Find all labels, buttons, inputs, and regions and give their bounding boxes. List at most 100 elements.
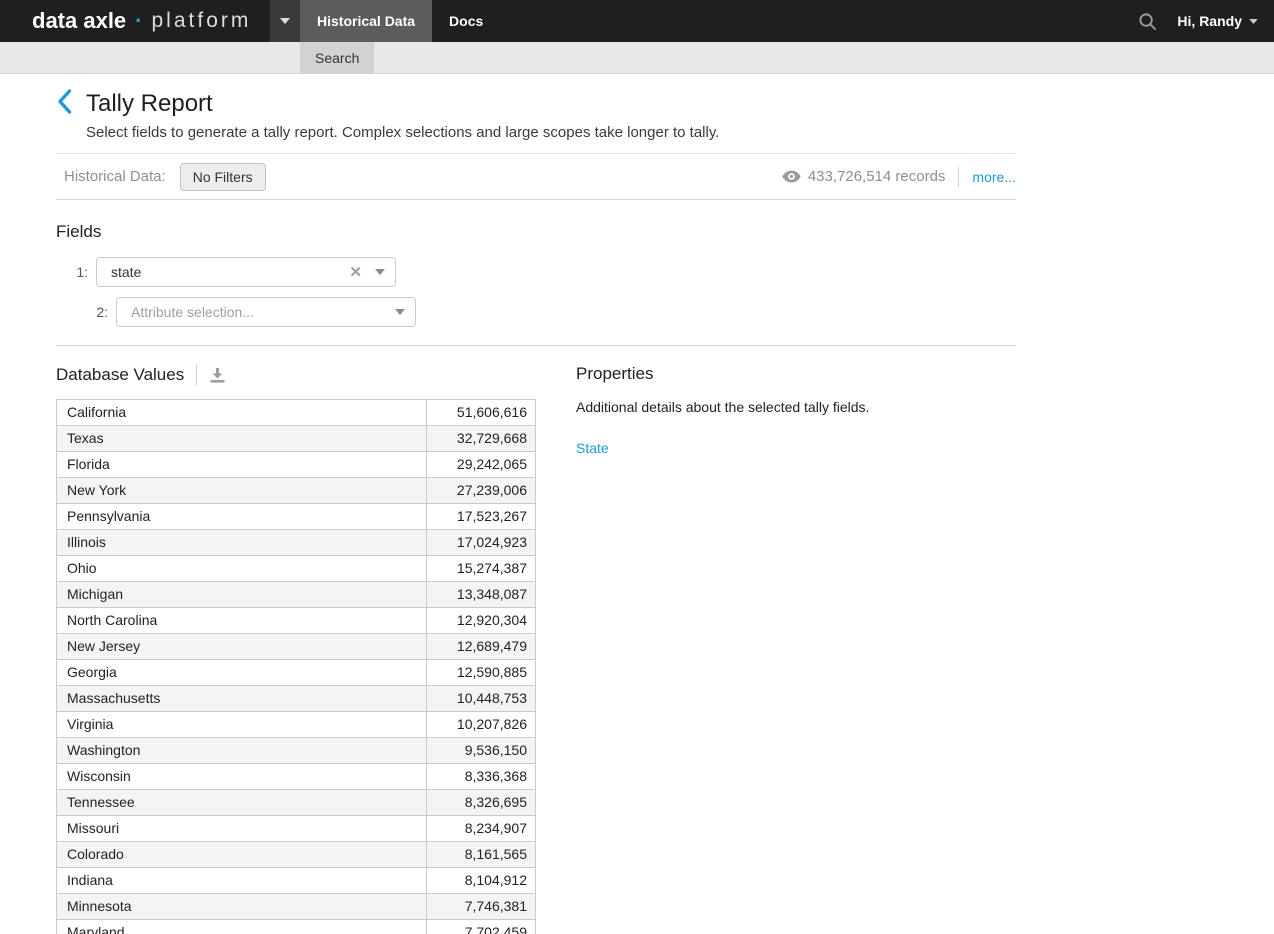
- state-count-cell: 51,606,616: [427, 400, 536, 426]
- search-icon[interactable]: [1138, 12, 1157, 31]
- user-menu[interactable]: Hi, Randy: [1177, 13, 1258, 29]
- no-filters-chip[interactable]: No Filters: [180, 163, 266, 191]
- divider: [196, 365, 197, 385]
- table-row: Pennsylvania17,523,267: [57, 504, 536, 530]
- table-row: Colorado8,161,565: [57, 842, 536, 868]
- state-name-cell: Indiana: [57, 868, 427, 894]
- properties-panel: Properties Additional details about the …: [576, 364, 1016, 934]
- state-count-cell: 29,242,065: [427, 452, 536, 478]
- state-count-cell: 8,326,695: [427, 790, 536, 816]
- state-name-cell: Wisconsin: [57, 764, 427, 790]
- database-values-table: California51,606,616Texas32,729,668Flori…: [56, 399, 536, 934]
- state-name-cell: Massachusetts: [57, 686, 427, 712]
- caret-down-icon: [1249, 19, 1258, 24]
- database-values-table-body: California51,606,616Texas32,729,668Flori…: [57, 400, 536, 934]
- state-count-cell: 27,239,006: [427, 478, 536, 504]
- filter-bar: Historical Data: No Filters 433,726,514 …: [56, 154, 1016, 200]
- field-2-select[interactable]: Attribute selection...: [116, 297, 416, 327]
- state-name-cell: California: [57, 400, 427, 426]
- table-row: New Jersey12,689,479: [57, 634, 536, 660]
- state-count-cell: 9,536,150: [427, 738, 536, 764]
- caret-down-icon[interactable]: [375, 269, 385, 275]
- table-row: Georgia12,590,885: [57, 660, 536, 686]
- state-name-cell: Florida: [57, 452, 427, 478]
- table-row: Michigan13,348,087: [57, 582, 536, 608]
- state-count-cell: 12,920,304: [427, 608, 536, 634]
- more-link[interactable]: more...: [972, 169, 1016, 185]
- app-logo[interactable]: data axle · platform: [0, 0, 270, 42]
- table-row: Maryland7,702,459: [57, 920, 536, 934]
- state-count-cell: 12,590,885: [427, 660, 536, 686]
- caret-down-icon: [280, 18, 290, 24]
- download-icon[interactable]: [209, 367, 226, 384]
- state-name-cell: Georgia: [57, 660, 427, 686]
- state-count-cell: 8,104,912: [427, 868, 536, 894]
- fields-heading: Fields: [56, 222, 1016, 242]
- record-count: 433,726,514 records: [808, 168, 946, 185]
- nav-tab-historical-data[interactable]: Historical Data: [300, 0, 432, 42]
- caret-down-icon[interactable]: [395, 309, 405, 315]
- state-count-cell: 17,523,267: [427, 504, 536, 530]
- field-2-index: 2:: [88, 304, 108, 320]
- properties-description: Additional details about the selected ta…: [576, 398, 1016, 416]
- table-row: Florida29,242,065: [57, 452, 536, 478]
- field-2-placeholder: Attribute selection...: [131, 304, 254, 320]
- logo-secondary-text: platform: [152, 9, 252, 33]
- subnav-tab-search[interactable]: Search: [300, 42, 374, 73]
- eye-icon: [782, 170, 801, 183]
- state-name-cell: Illinois: [57, 530, 427, 556]
- state-name-cell: Texas: [57, 426, 427, 452]
- table-row: Tennessee8,326,695: [57, 790, 536, 816]
- table-row: Missouri8,234,907: [57, 816, 536, 842]
- state-count-cell: 7,746,381: [427, 894, 536, 920]
- state-name-cell: Pennsylvania: [57, 504, 427, 530]
- nav-tab-docs[interactable]: Docs: [432, 0, 500, 42]
- table-row: Ohio15,274,387: [57, 556, 536, 582]
- page-subtitle: Select fields to generate a tally report…: [86, 123, 1016, 142]
- state-count-cell: 32,729,668: [427, 426, 536, 452]
- field-row-2: 2: Attribute selection...: [56, 297, 1016, 327]
- state-name-cell: North Carolina: [57, 608, 427, 634]
- table-row: California51,606,616: [57, 400, 536, 426]
- state-count-cell: 17,024,923: [427, 530, 536, 556]
- table-row: New York27,239,006: [57, 478, 536, 504]
- state-name-cell: Maryland: [57, 920, 427, 934]
- scope-label: Historical Data:: [64, 168, 166, 185]
- state-count-cell: 12,689,479: [427, 634, 536, 660]
- table-row: Washington9,536,150: [57, 738, 536, 764]
- user-greeting: Hi, Randy: [1177, 13, 1242, 29]
- property-link-state[interactable]: State: [576, 440, 609, 456]
- table-row: Minnesota7,746,381: [57, 894, 536, 920]
- top-nav: data axle · platform Historical Data Doc…: [0, 0, 1274, 42]
- logo-separator-dot: ·: [135, 8, 142, 34]
- chevron-left-icon: [56, 88, 73, 120]
- table-row: Illinois17,024,923: [57, 530, 536, 556]
- nav-right-group: Hi, Randy: [1138, 0, 1274, 42]
- table-row: Texas32,729,668: [57, 426, 536, 452]
- database-values-heading: Database Values: [56, 365, 184, 385]
- logo-primary-text: data axle: [32, 8, 126, 34]
- state-count-cell: 8,161,565: [427, 842, 536, 868]
- table-row: Massachusetts10,448,753: [57, 686, 536, 712]
- database-values-panel: Database Values California51,606,616Texa…: [56, 364, 536, 934]
- field-1-index: 1:: [68, 264, 88, 280]
- x-icon[interactable]: ✕: [349, 265, 362, 280]
- table-row: Virginia10,207,826: [57, 712, 536, 738]
- state-name-cell: New York: [57, 478, 427, 504]
- state-name-cell: Missouri: [57, 816, 427, 842]
- state-count-cell: 15,274,387: [427, 556, 536, 582]
- state-count-cell: 13,348,087: [427, 582, 536, 608]
- back-button[interactable]: [56, 88, 86, 120]
- table-row: Wisconsin8,336,368: [57, 764, 536, 790]
- app-switcher-button[interactable]: [270, 0, 300, 42]
- page-content: Tally Report Select fields to generate a…: [56, 74, 1016, 934]
- page-header: Tally Report Select fields to generate a…: [56, 74, 1016, 154]
- state-count-cell: 8,336,368: [427, 764, 536, 790]
- state-count-cell: 10,207,826: [427, 712, 536, 738]
- state-name-cell: Virginia: [57, 712, 427, 738]
- state-name-cell: Tennessee: [57, 790, 427, 816]
- field-row-1: 1: state ✕: [56, 257, 1016, 287]
- state-name-cell: New Jersey: [57, 634, 427, 660]
- field-1-select[interactable]: state ✕: [96, 257, 396, 287]
- state-count-cell: 7,702,459: [427, 920, 536, 934]
